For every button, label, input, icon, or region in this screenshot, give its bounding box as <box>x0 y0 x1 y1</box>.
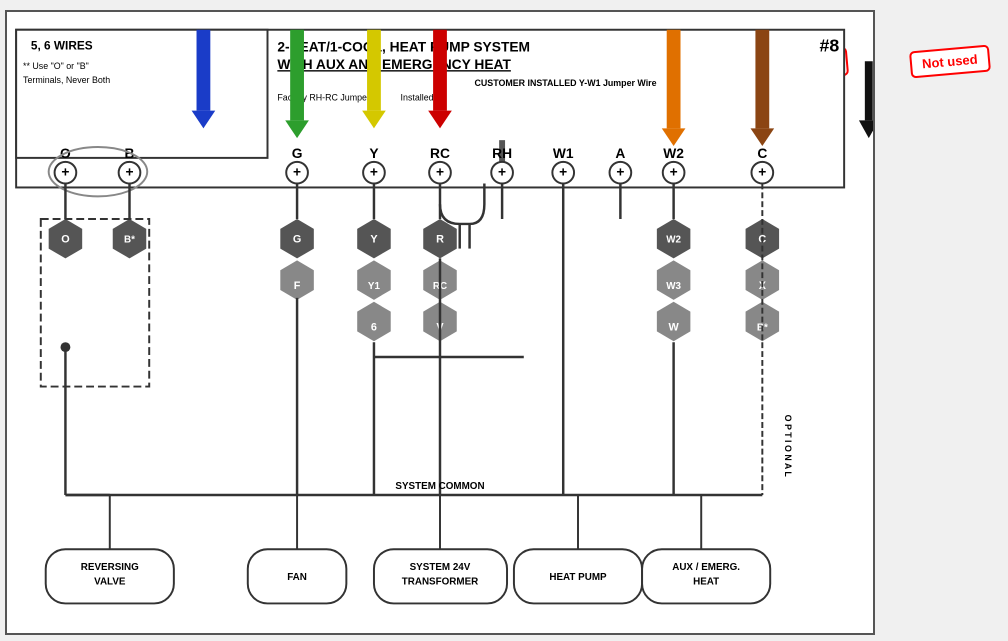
svg-text:A: A <box>615 146 625 161</box>
svg-text:+: + <box>616 165 624 180</box>
svg-text:HEAT PUMP: HEAT PUMP <box>549 572 607 583</box>
svg-text:W: W <box>668 321 679 333</box>
svg-text:Y1: Y1 <box>368 281 381 292</box>
svg-text:O: O <box>61 234 69 246</box>
not-used-badge: Not used <box>767 47 849 83</box>
svg-text:TRANSFORMER: TRANSFORMER <box>402 577 479 588</box>
svg-text:V: V <box>436 321 444 333</box>
svg-text:6: 6 <box>371 321 377 333</box>
svg-text:+: + <box>125 165 133 180</box>
svg-text:X: X <box>759 280 767 292</box>
svg-text:W1: W1 <box>553 146 574 161</box>
svg-text:B: B <box>125 146 135 161</box>
svg-text:+: + <box>559 165 567 180</box>
svg-text:HEAT: HEAT <box>693 577 719 588</box>
svg-text:+: + <box>293 165 301 180</box>
svg-text:2-HEAT/1-COOL, HEAT PUMP SYSTE: 2-HEAT/1-COOL, HEAT PUMP SYSTEM <box>277 39 530 54</box>
svg-text:O P T I O N A L: O P T I O N A L <box>783 415 793 478</box>
svg-text:G: G <box>293 234 301 246</box>
svg-text:RH: RH <box>492 146 512 161</box>
svg-text:+: + <box>670 165 678 180</box>
svg-text:W2: W2 <box>663 146 684 161</box>
svg-text:+: + <box>498 165 506 180</box>
svg-text:B*: B* <box>757 322 768 333</box>
svg-text:Y: Y <box>369 146 378 161</box>
svg-text:C: C <box>757 146 767 161</box>
svg-text:FAN: FAN <box>287 572 307 583</box>
wiring-diagram-svg: 2-HEAT/1-COOL, HEAT PUMP SYSTEM WITH AUX… <box>7 12 873 633</box>
svg-text:** Use "O" or "B": ** Use "O" or "B" <box>23 61 89 71</box>
svg-text:WITH AUX AND EMERGENCY HEAT: WITH AUX AND EMERGENCY HEAT <box>277 57 511 72</box>
svg-text:C: C <box>758 234 766 246</box>
svg-text:+: + <box>436 165 444 180</box>
svg-text:Terminals, Never Both: Terminals, Never Both <box>23 75 110 85</box>
svg-text:W2: W2 <box>666 235 681 246</box>
svg-text:AUX / EMERG.: AUX / EMERG. <box>672 562 740 573</box>
svg-text:SYSTEM COMMON: SYSTEM COMMON <box>395 481 484 492</box>
svg-text:O: O <box>60 146 71 161</box>
svg-text:G: G <box>292 146 303 161</box>
svg-text:Factory RH-RC Jumper: Factory RH-RC Jumper <box>277 93 370 103</box>
svg-text:VALVE: VALVE <box>94 577 126 588</box>
svg-text:+: + <box>758 165 766 180</box>
svg-text:RC: RC <box>430 146 450 161</box>
diagram-wrapper: Not used 2-HEAT/1-COOL, HEAT PUMP SYSTEM… <box>5 10 875 635</box>
svg-text:F: F <box>294 280 301 292</box>
svg-text:SYSTEM 24V: SYSTEM 24V <box>410 562 471 573</box>
svg-text:RC: RC <box>433 281 447 292</box>
svg-text:REVERSING: REVERSING <box>81 562 139 573</box>
svg-text:R: R <box>436 234 444 246</box>
svg-text:+: + <box>370 165 378 180</box>
svg-text:CUSTOMER INSTALLED Y-W1 Jumper: CUSTOMER INSTALLED Y-W1 Jumper Wire <box>475 78 657 88</box>
svg-text:+: + <box>61 165 69 180</box>
svg-text:W3: W3 <box>666 281 681 292</box>
svg-text:5, 6 WIRES: 5, 6 WIRES <box>31 38 93 52</box>
svg-text:Y: Y <box>370 234 378 246</box>
not-used-label: Not used <box>909 45 991 79</box>
svg-text:B*: B* <box>124 235 135 246</box>
svg-text:Installed: Installed <box>401 93 434 103</box>
